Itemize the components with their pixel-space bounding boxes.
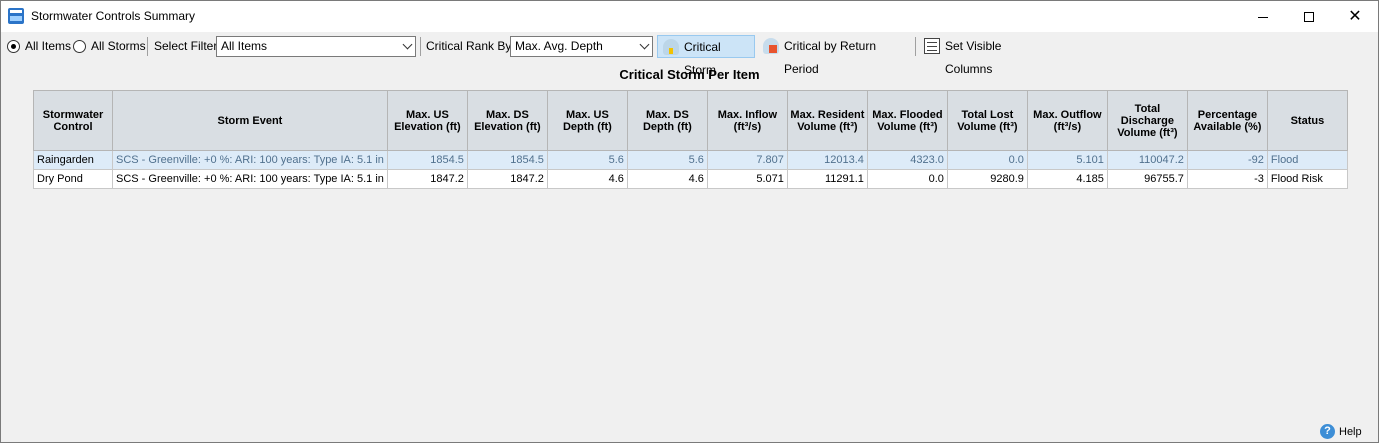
table-cell[interactable]: 96755.7: [1106, 169, 1188, 189]
table-cell[interactable]: 11291.1: [786, 169, 868, 189]
checklist-icon: [924, 38, 940, 54]
table-cell[interactable]: 0.0: [946, 150, 1028, 170]
column-header[interactable]: Stormwater Control: [33, 90, 113, 151]
critical-storm-button[interactable]: Critical Storm: [657, 35, 755, 77]
close-icon: ✕: [1348, 8, 1362, 25]
critical-rank-select[interactable]: Max. Avg. Depth: [510, 36, 653, 57]
toolbar: All Items All Storms Select Filter All I…: [1, 33, 1378, 77]
table-cell[interactable]: 1847.2: [466, 169, 548, 189]
column-header[interactable]: Percentage Available (%): [1186, 90, 1268, 151]
header-row: Stormwater Control Storm Event Max. US E…: [33, 90, 1348, 151]
table-cell[interactable]: 7.807: [706, 150, 788, 170]
toolbar-separator: [915, 37, 916, 56]
title-bar: Stormwater Controls Summary ✕: [1, 1, 1378, 32]
table-cell[interactable]: 110047.2: [1106, 150, 1188, 170]
table-cell[interactable]: 0.0: [866, 169, 948, 189]
critical-rank-select-value: Max. Avg. Depth: [515, 39, 603, 53]
all-items-radio[interactable]: [7, 40, 20, 53]
column-header[interactable]: Status: [1266, 90, 1348, 151]
table-row[interactable]: Dry Pond SCS - Greenville: +0 %: ARI: 10…: [33, 169, 1348, 189]
table-cell[interactable]: 5.6: [546, 150, 628, 170]
return-period-icon: [763, 38, 779, 54]
minimize-button[interactable]: [1240, 1, 1286, 32]
filter-select-value: All Items: [221, 39, 268, 53]
table-cell[interactable]: SCS - Greenville: +0 %: ARI: 100 years: …: [112, 150, 388, 170]
all-storms-label[interactable]: All Storms: [91, 33, 146, 59]
table-cell[interactable]: SCS - Greenville: +0 %: ARI: 100 years: …: [112, 169, 388, 189]
critical-rank-label: Critical Rank By:: [426, 39, 515, 53]
table-cell[interactable]: -92: [1186, 150, 1268, 170]
column-header[interactable]: Max. DS Depth (ft): [626, 90, 708, 151]
window-title: Stormwater Controls Summary: [31, 9, 196, 23]
minimize-icon: [1258, 16, 1268, 18]
table-cell[interactable]: 4.6: [626, 169, 708, 189]
filter-select[interactable]: All Items: [216, 36, 416, 57]
column-header[interactable]: Storm Event: [112, 90, 388, 151]
column-header[interactable]: Max. Resident Volume (ft³): [786, 90, 868, 151]
table-cell[interactable]: 4.185: [1026, 169, 1108, 189]
chevron-down-icon: [402, 39, 413, 50]
window: Stormwater Controls Summary ✕ All Items …: [0, 0, 1379, 443]
table-cell[interactable]: 5.101: [1026, 150, 1108, 170]
all-items-label[interactable]: All Items: [25, 33, 71, 59]
critical-by-return-period-button[interactable]: Critical by Return Period: [758, 35, 912, 76]
table-cell[interactable]: Dry Pond: [33, 169, 113, 189]
status-cell[interactable]: Flood Risk: [1266, 169, 1348, 189]
toolbar-separator: [147, 37, 148, 56]
storm-cloud-icon: [663, 39, 679, 55]
table-cell[interactable]: 12013.4: [786, 150, 868, 170]
column-header[interactable]: Max. Inflow (ft³/s): [706, 90, 788, 151]
table-cell[interactable]: 1854.5: [386, 150, 468, 170]
table-cell[interactable]: 9280.9: [946, 169, 1028, 189]
column-header[interactable]: Max. DS Elevation (ft): [466, 90, 548, 151]
close-button[interactable]: ✕: [1332, 1, 1378, 32]
column-header[interactable]: Total Discharge Volume (ft³): [1106, 90, 1188, 151]
table-row[interactable]: Raingarden SCS - Greenville: +0 %: ARI: …: [33, 150, 1348, 170]
table-heading: Critical Storm Per Item: [619, 67, 760, 82]
help-icon: ?: [1320, 424, 1335, 439]
all-storms-radio[interactable]: [73, 40, 86, 53]
app-icon: [8, 8, 24, 24]
help-button[interactable]: ? Help: [1320, 423, 1362, 441]
maximize-button[interactable]: [1286, 1, 1332, 32]
table-cell[interactable]: 4323.0: [866, 150, 948, 170]
table-cell[interactable]: 5.071: [706, 169, 788, 189]
table-cell[interactable]: -3: [1186, 169, 1268, 189]
toolbar-separator: [420, 37, 421, 56]
table-cell[interactable]: 5.6: [626, 150, 708, 170]
column-header[interactable]: Max. Outflow (ft³/s): [1026, 90, 1108, 151]
table-cell[interactable]: 1854.5: [466, 150, 548, 170]
table-cell[interactable]: Raingarden: [33, 150, 113, 170]
maximize-icon: [1304, 12, 1314, 23]
column-header[interactable]: Max. Flooded Volume (ft³): [866, 90, 948, 151]
table-cell[interactable]: 1847.2: [386, 169, 468, 189]
table-cell[interactable]: 4.6: [546, 169, 628, 189]
status-cell[interactable]: Flood: [1266, 150, 1348, 170]
set-visible-columns-button[interactable]: Set Visible Columns: [919, 35, 1051, 76]
chevron-down-icon: [639, 39, 650, 50]
results-table: Stormwater Control Storm Event Max. US E…: [33, 90, 1348, 189]
column-header[interactable]: Max. US Elevation (ft): [386, 90, 468, 151]
select-filter-label: Select Filter: [154, 39, 218, 53]
help-label: Help: [1339, 426, 1362, 438]
column-header[interactable]: Max. US Depth (ft): [546, 90, 628, 151]
column-header[interactable]: Total Lost Volume (ft³): [946, 90, 1028, 151]
